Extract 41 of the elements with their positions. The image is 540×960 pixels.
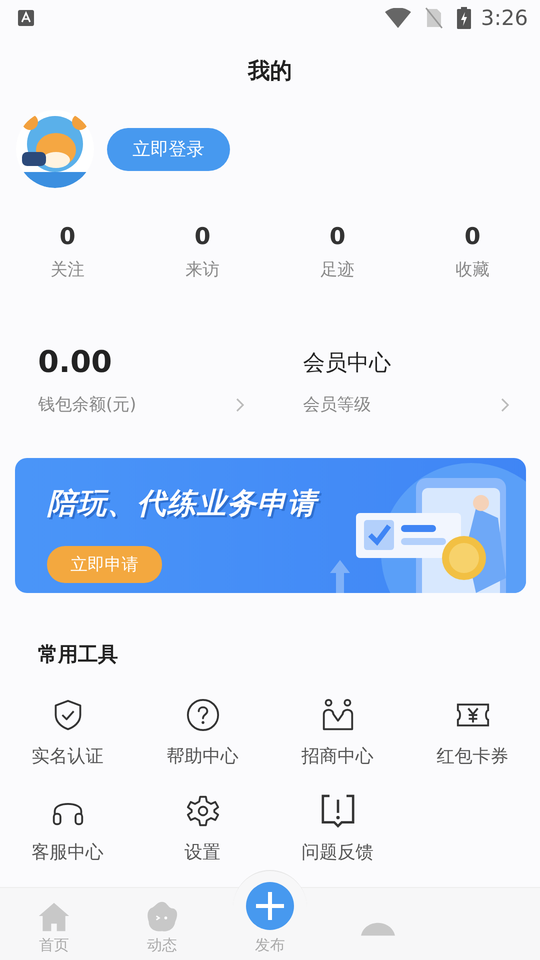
stat-count: 0 — [194, 224, 210, 250]
tool-label[interactable]: 客服中心 — [32, 840, 104, 864]
membership-label[interactable]: 会员等级 — [303, 393, 371, 416]
keyboard-a-icon — [18, 10, 34, 26]
profile-icon — [361, 922, 395, 936]
chevron-icon — [235, 396, 245, 412]
tab-item[interactable]: 动态 — [108, 888, 216, 960]
stat-count: 0 — [329, 224, 346, 250]
tool-label[interactable]: 设置 — [184, 840, 220, 864]
gear-icon — [186, 794, 220, 828]
wallet-balance: 0.00 — [38, 345, 114, 381]
stat-count: 0 — [464, 224, 480, 250]
help-icon — [186, 698, 220, 732]
stat-label[interactable]: 足迹 — [320, 258, 354, 281]
stat-label[interactable]: 收藏 — [456, 258, 490, 281]
section-title: 常用工具 — [38, 641, 119, 668]
tool-label[interactable]: 问题反馈 — [302, 840, 374, 864]
wifi-icon — [384, 8, 411, 28]
blob-face-icon — [145, 900, 179, 934]
membership-title: 会员中心 — [303, 350, 392, 378]
chevron-icon — [500, 396, 510, 412]
plus-icon — [246, 882, 294, 930]
tab-item[interactable]: 首页 — [0, 888, 108, 960]
tool-label[interactable]: 招商中心 — [302, 744, 374, 768]
feedback-icon — [320, 794, 354, 828]
login-button[interactable]: 立即登录 — [107, 128, 230, 170]
stat-label[interactable]: 关注 — [50, 258, 84, 281]
tool-label[interactable]: 红包卡券 — [436, 744, 508, 768]
people-icon — [320, 698, 354, 732]
no-sim-icon — [424, 7, 443, 29]
home-icon — [37, 900, 71, 934]
page-title: 我的 — [246, 58, 293, 86]
apply-button[interactable]: 立即申请 — [47, 546, 162, 583]
tool-label[interactable]: 实名认证 — [32, 744, 104, 768]
tool-label[interactable]: 帮助中心 — [166, 744, 238, 768]
stat-count: 0 — [59, 224, 76, 250]
stat-label[interactable]: 来访 — [186, 258, 220, 281]
battery-charging-icon — [456, 7, 471, 29]
wallet-label[interactable]: 钱包余额(元) — [38, 393, 136, 416]
clock-time: 3:26 — [480, 6, 528, 30]
promo-banner[interactable]: 陪玩、代练业务申请 立即申请 — [15, 458, 526, 593]
